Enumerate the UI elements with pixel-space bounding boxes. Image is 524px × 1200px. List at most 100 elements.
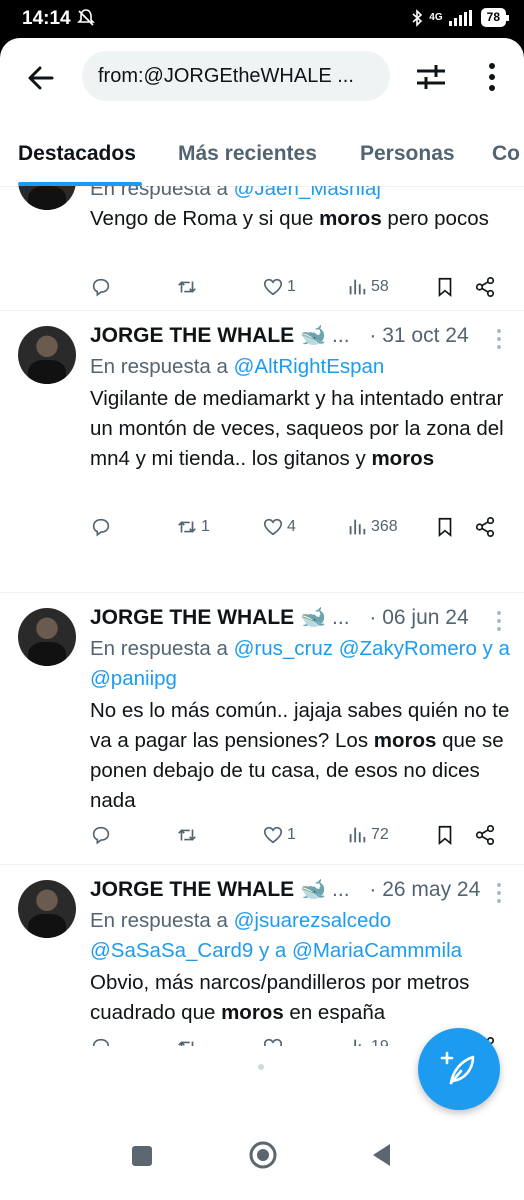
retweet-icon [178, 1041, 194, 1046]
system-back-button[interactable] [370, 1142, 392, 1168]
compose-feather-icon [440, 1051, 475, 1085]
bookmark-icon[interactable] [434, 516, 456, 538]
reply-handles[interactable]: @Jaen_Mashiaj [234, 186, 381, 200]
arrow-left-icon[interactable] [22, 58, 62, 98]
bluetooth-icon [412, 8, 423, 27]
avatar[interactable] [18, 326, 76, 384]
app-window: from:@JORGEtheWHALE ... Destacados Más r… [0, 38, 524, 1200]
tweet-item[interactable]: JORGE THE WHALE 🐋 ... · 26 may 24 En res… [0, 864, 524, 1046]
reply-button[interactable] [90, 1032, 115, 1046]
views-count: 58 [371, 278, 389, 295]
views-button[interactable]: 19 [346, 1032, 389, 1046]
reply-prefix: En respuesta a [90, 355, 228, 378]
more-vertical-icon[interactable] [478, 60, 506, 94]
bookmark-icon[interactable] [434, 276, 456, 298]
search-tabs: Destacados Más recientes Personas Co [0, 124, 524, 187]
signal-icon [448, 9, 472, 26]
search-query: from:@JORGEtheWHALE ... [98, 64, 354, 87]
tweet-date[interactable]: · 31 oct 24 [369, 324, 468, 347]
views-bar-icon [349, 827, 366, 843]
bookmark-icon[interactable] [434, 824, 456, 846]
comment-icon [92, 518, 110, 537]
tab-mas-recientes[interactable]: Más recientes [178, 142, 317, 166]
tab-destacados[interactable]: Destacados [18, 142, 136, 166]
author-name[interactable]: JORGE THE WHALE [90, 606, 294, 629]
reply-context: En respuesta a @Jaen_Mashiaj [90, 186, 516, 204]
avatar[interactable] [18, 880, 76, 938]
comment-icon [92, 826, 110, 845]
comment-icon [92, 1038, 110, 1046]
status-time: 14:14 [22, 8, 71, 29]
reply-button[interactable] [90, 272, 115, 302]
search-header: from:@JORGEtheWHALE ... [0, 38, 524, 118]
author-name[interactable]: JORGE THE WHALE [90, 878, 294, 901]
whale-emoji: 🐋 [300, 606, 327, 629]
views-button[interactable]: 58 [346, 272, 389, 302]
share-icon[interactable] [474, 516, 496, 538]
compose-button[interactable] [418, 1028, 500, 1110]
like-count: 4 [287, 518, 296, 535]
like-button[interactable] [262, 1032, 287, 1046]
tweet-actions: 1 4 368 [90, 512, 510, 542]
retweet-button[interactable]: 1 [176, 512, 210, 542]
highlight-term: moros [371, 447, 435, 470]
reply-context: En respuesta a @rus_cruz @ZakyRomero y a… [90, 634, 516, 694]
recents-button[interactable] [132, 1146, 152, 1166]
heart-icon [263, 826, 283, 844]
like-button[interactable]: 1 [262, 820, 296, 850]
tweet-date[interactable]: · 06 jun 24 [369, 606, 468, 629]
like-count: 1 [287, 278, 296, 295]
tweet-actions: 1 58 [90, 272, 510, 302]
text-part: pero pocos [381, 207, 489, 230]
avatar[interactable] [18, 186, 76, 210]
tweet-feed[interactable]: En respuesta a @Jaen_Mashiaj Vengo de Ro… [0, 186, 524, 1046]
reply-handles[interactable]: @AltRightEspan [234, 355, 385, 378]
system-nav-bar [0, 1128, 524, 1200]
text-part: en españa [283, 1001, 386, 1024]
search-input[interactable]: from:@JORGEtheWHALE ... [82, 51, 390, 101]
more-vertical-icon[interactable] [496, 328, 502, 350]
whale-emoji: 🐋 [300, 324, 327, 347]
sliders-icon[interactable] [414, 60, 448, 94]
reply-context: En respuesta a @AltRightEspan [90, 352, 516, 382]
retweet-button[interactable] [176, 820, 201, 850]
comment-icon [92, 278, 110, 297]
tweet-actions: 1 72 [90, 820, 510, 850]
retweet-count: 1 [201, 518, 210, 535]
retweet-button[interactable] [176, 272, 201, 302]
tweet-text: Vengo de Roma y si que moros pero pocos [90, 204, 510, 234]
avatar[interactable] [18, 608, 76, 666]
retweet-button[interactable] [176, 1032, 201, 1046]
name-ellipsis: ... [332, 606, 350, 629]
like-button[interactable]: 1 [262, 272, 296, 302]
home-button[interactable] [248, 1140, 278, 1170]
tweet-text: Vigilante de mediamarkt y ha intentado e… [90, 384, 510, 474]
views-button[interactable]: 72 [346, 820, 389, 850]
tweet-item[interactable]: JORGE THE WHALE 🐋 ... · 31 oct 24 En res… [0, 310, 524, 593]
highlight-term: moros [373, 729, 437, 752]
views-bar-icon [354, 1039, 361, 1046]
author-name[interactable]: JORGE THE WHALE [90, 324, 294, 347]
tweet-item[interactable]: En respuesta a @Jaen_Mashiaj Vengo de Ro… [0, 186, 524, 311]
battery-indicator: 78 [480, 8, 510, 27]
reply-button[interactable] [90, 512, 115, 542]
like-button[interactable]: 4 [262, 512, 296, 542]
views-count: 368 [371, 518, 398, 535]
heart-icon [263, 1038, 283, 1046]
name-ellipsis: ... [332, 324, 350, 347]
tab-personas[interactable]: Personas [360, 142, 455, 166]
views-button[interactable]: 368 [346, 512, 398, 542]
tweet-header: JORGE THE WHALE 🐋 ... · 26 may 24 [90, 878, 480, 902]
reply-prefix: En respuesta a [90, 186, 228, 200]
more-vertical-icon[interactable] [496, 882, 502, 904]
share-icon[interactable] [474, 824, 496, 846]
reply-button[interactable] [90, 820, 115, 850]
views-bar-icon [349, 279, 366, 295]
more-vertical-icon[interactable] [496, 610, 502, 632]
retweet-icon [178, 521, 196, 533]
name-ellipsis: ... [332, 878, 350, 901]
tweet-date[interactable]: · 26 may 24 [369, 878, 480, 901]
tweet-item[interactable]: JORGE THE WHALE 🐋 ... · 06 jun 24 En res… [0, 592, 524, 865]
tab-cortes[interactable]: Co [492, 142, 520, 166]
share-icon[interactable] [474, 276, 496, 298]
